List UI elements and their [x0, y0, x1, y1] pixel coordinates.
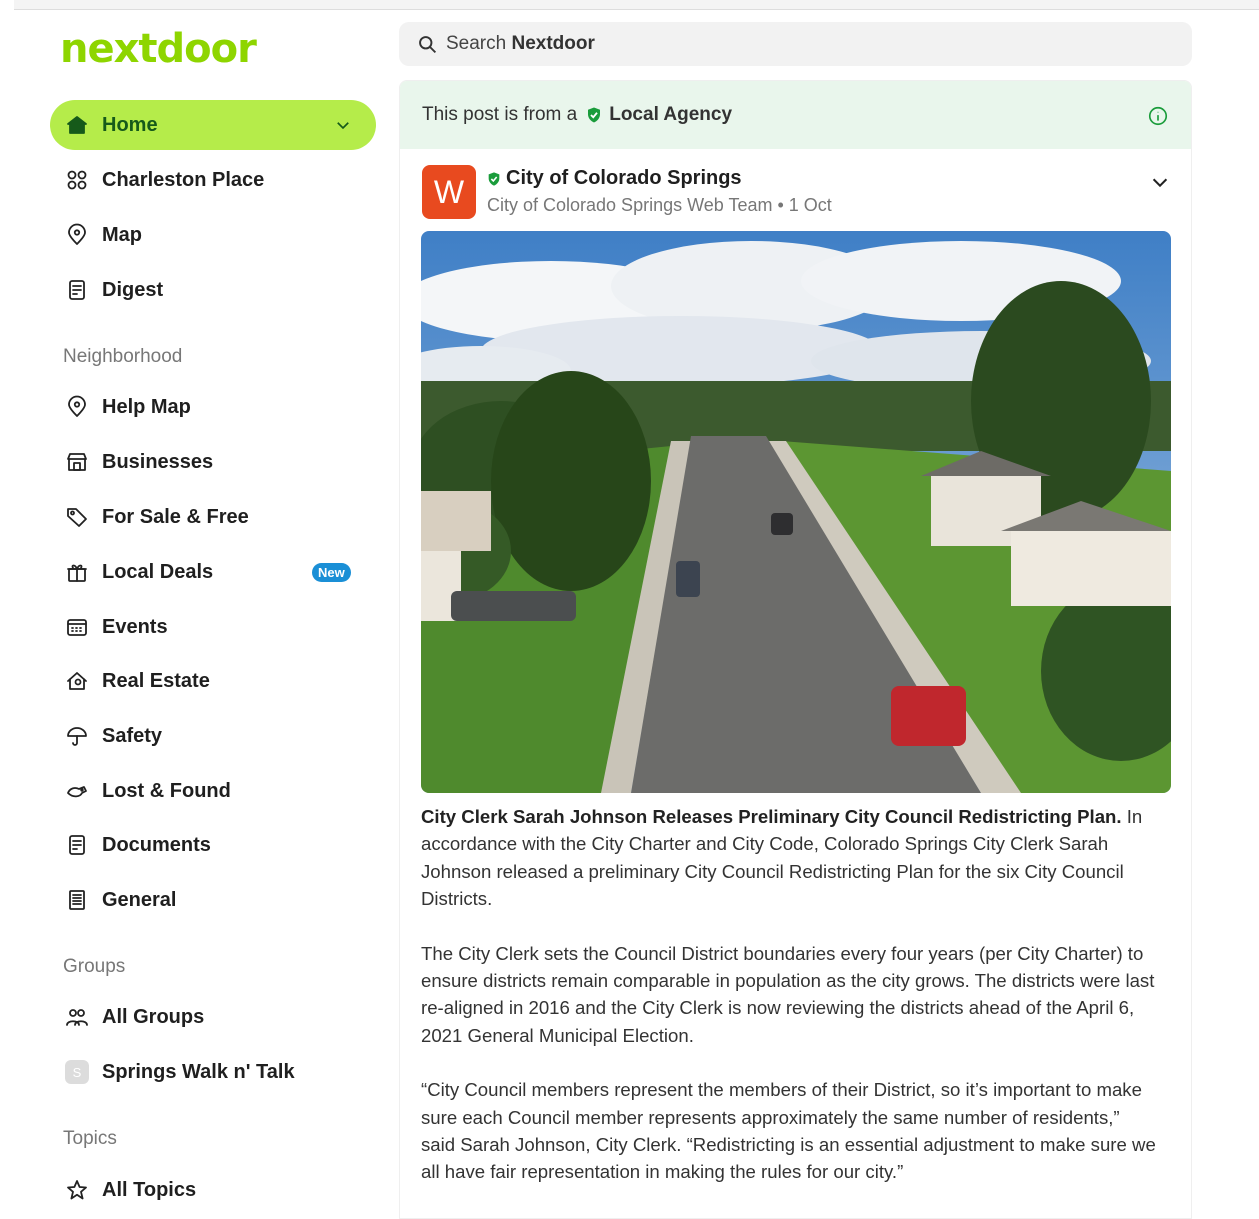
search-placeholder-brand: Nextdoor — [511, 33, 595, 54]
sidebar-item-label: Documents — [102, 833, 211, 856]
neighborhood-street-photo — [421, 231, 1171, 793]
storefront-icon — [64, 449, 90, 475]
post-paragraph-2: The City Clerk sets the Council District… — [421, 942, 1155, 1046]
group-avatar-wrap: S — [64, 1059, 90, 1085]
sidebar-item-local-deals[interactable]: Local Deals New — [50, 547, 376, 597]
map-pin-icon — [64, 222, 90, 248]
sidebar-item-digest[interactable]: Digest — [50, 265, 376, 315]
post-card: This post is from a Local Agency W City … — [399, 80, 1192, 1219]
sidebar-item-label: Digest — [102, 278, 164, 301]
verified-shield-icon — [488, 171, 500, 186]
info-icon[interactable] — [1147, 105, 1169, 127]
post-headline: City Clerk Sarah Johnson Releases Prelim… — [421, 806, 1122, 827]
sidebar-item-label: For Sale & Free — [102, 505, 249, 528]
star-icon — [64, 1177, 90, 1203]
sidebar-item-label: Businesses — [102, 450, 214, 473]
map-pin-icon — [64, 394, 90, 420]
people-icon — [64, 1004, 90, 1030]
sidebar-item-real-estate[interactable]: Real Estate — [50, 656, 376, 706]
sidebar-item-map[interactable]: Map — [50, 210, 376, 260]
author-avatar[interactable]: W — [422, 165, 476, 219]
sidebar-item-home[interactable]: Home — [50, 100, 376, 150]
section-heading-topics: Topics — [63, 1128, 117, 1149]
agency-banner: This post is from a Local Agency — [400, 81, 1191, 149]
pet-icon — [64, 778, 90, 804]
sidebar-item-lost-found[interactable]: Lost & Found — [50, 766, 376, 816]
digest-icon — [64, 277, 90, 303]
sidebar-item-label: Home — [102, 113, 158, 136]
sidebar-item-springs-walk-n-talk[interactable]: S Springs Walk n' Talk — [50, 1047, 376, 1097]
sidebar-item-safety[interactable]: Safety — [50, 711, 376, 761]
search-placeholder: Search Nextdoor — [446, 33, 595, 55]
sidebar-item-documents[interactable]: Documents — [50, 820, 376, 870]
sidebar-item-label: Safety — [102, 724, 163, 747]
post-options-chevron-icon[interactable] — [1149, 171, 1171, 193]
gift-icon — [64, 559, 90, 585]
search-placeholder-prefix: Search — [446, 33, 507, 54]
sidebar-item-for-sale-free[interactable]: For Sale & Free — [50, 492, 376, 542]
post-body: City Clerk Sarah Johnson Releases Prelim… — [421, 803, 1156, 1213]
new-badge: New — [312, 563, 351, 582]
sidebar-item-charleston-place[interactable]: Charleston Place — [50, 155, 376, 205]
sidebar-item-label: Charleston Place — [102, 168, 265, 191]
notepad-icon — [64, 887, 90, 913]
sidebar-item-label: Local Deals — [102, 560, 214, 583]
house-icon — [64, 668, 90, 694]
sidebar-item-label: Events — [102, 615, 168, 638]
post-author: W City of Colorado Springs City of Color… — [400, 149, 1191, 231]
sidebar-item-label: Help Map — [102, 395, 191, 418]
agency-label: Local Agency — [609, 104, 733, 125]
search-icon — [419, 35, 437, 53]
document-icon — [64, 832, 90, 858]
sidebar-item-help-map[interactable]: Help Map — [50, 382, 376, 432]
chevron-down-icon[interactable] — [334, 116, 352, 134]
author-name[interactable]: City of Colorado Springs — [486, 167, 742, 190]
post-photo[interactable] — [421, 231, 1171, 793]
author-meta: City of Colorado Springs Web Team • 1 Oc… — [487, 195, 832, 215]
sidebar-item-label: All Groups — [102, 1005, 205, 1028]
sidebar-item-label: Map — [102, 223, 142, 246]
post-paragraph-3: “City Council members represent the memb… — [421, 1079, 1156, 1183]
agency-prefix: This post is from a — [422, 104, 578, 125]
sidebar-item-label: Lost & Found — [102, 779, 231, 802]
sidebar-item-label: Real Estate — [102, 669, 210, 692]
author-name-text: City of Colorado Springs — [506, 167, 742, 189]
calendar-icon — [64, 614, 90, 640]
sidebar-item-all-topics[interactable]: All Topics — [50, 1165, 376, 1215]
sidebar-item-label: Springs Walk n' Talk — [102, 1060, 295, 1083]
sidebar-item-general[interactable]: General — [50, 875, 376, 925]
sidebar: nextdoor Home Charleston Place Map Diges… — [50, 20, 380, 1219]
price-tag-icon — [64, 504, 90, 530]
section-heading-groups: Groups — [63, 956, 126, 977]
section-heading-neighborhood: Neighborhood — [63, 346, 183, 367]
sidebar-item-label: General — [102, 888, 177, 911]
umbrella-icon — [64, 723, 90, 749]
group-avatar: S — [65, 1060, 89, 1084]
post-paragraph-1: City Clerk Sarah Johnson Releases Prelim… — [421, 803, 1156, 913]
sidebar-item-all-groups[interactable]: All Groups — [50, 992, 376, 1042]
verified-shield-icon — [588, 107, 601, 123]
neighborhood-icon — [64, 167, 90, 193]
sidebar-item-businesses[interactable]: Businesses — [50, 437, 376, 487]
home-icon — [64, 112, 90, 138]
browser-top-edge — [14, 0, 1259, 10]
search-input[interactable]: Search Nextdoor — [399, 22, 1192, 66]
sidebar-item-label: All Topics — [102, 1178, 197, 1201]
sidebar-item-events[interactable]: Events — [50, 602, 376, 652]
nextdoor-logo[interactable]: nextdoor — [60, 26, 257, 72]
